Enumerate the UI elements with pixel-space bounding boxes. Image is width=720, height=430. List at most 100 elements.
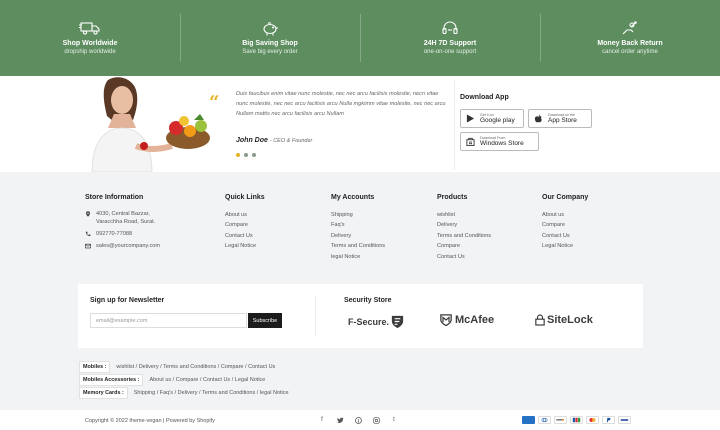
footer-link[interactable]: Contact Us (225, 231, 265, 241)
store-email[interactable]: sales@yourcompany.com (85, 242, 160, 250)
logo-text: McAfee (455, 314, 495, 326)
feature-support: 24H 7D Support one-on-one support (360, 0, 540, 76)
tag-link[interactable]: legal Notice (260, 390, 289, 396)
quick-links-column: Quick Links About us Compare Contact Us … (225, 194, 265, 252)
tag-label: Mobiles : (79, 361, 111, 373)
footer-link[interactable]: Legal Notice (542, 241, 588, 251)
instagram-icon[interactable] (372, 416, 380, 424)
feature-title: 24H 7D Support (423, 40, 477, 47)
author-role: - CEO & Founder (269, 138, 313, 144)
footer-link[interactable]: Delivery (437, 220, 491, 230)
tag-link[interactable]: Contact Us (248, 364, 275, 370)
amex-icon (522, 416, 535, 424)
footer-link[interactable]: Legal Notice (225, 241, 265, 251)
tag-link[interactable]: Contact Us (203, 377, 230, 383)
column-title: Quick Links (225, 194, 265, 201)
feature-big-saving: Big Saving Shop Save big every order (180, 0, 360, 76)
tag-link[interactable]: Legal Notice (235, 377, 266, 383)
padlock-icon (535, 314, 545, 326)
tag-row-mobiles-accessories: Mobiles Accessories : About us / Compare… (79, 374, 265, 386)
footer-link[interactable]: Contact Us (542, 231, 588, 241)
social-links: f t (318, 416, 398, 424)
tag-link[interactable]: Delivery (178, 390, 198, 396)
footer-link[interactable]: About us (542, 210, 588, 220)
visa-icon (618, 416, 631, 424)
footer-link[interactable]: About us (225, 210, 265, 220)
store-phone[interactable]: 092770-77088 (85, 230, 160, 238)
mcafee-logo: McAfee (440, 314, 494, 326)
footer-link[interactable]: Delivery (331, 231, 385, 241)
f-secure-shield-icon (391, 315, 404, 329)
testimonial-quote: Duis faucibus enim vitae nunc molestie, … (236, 91, 446, 118)
newsletter-security-card: Sign up for Newsletter Subscribe Securit… (78, 284, 643, 348)
tag-links: Shipping / Faq's / Delivery / Terms and … (133, 390, 289, 396)
our-company-column: Our Company About us Compare Contact Us … (542, 194, 588, 252)
logo-text: F-Secure. (348, 316, 390, 327)
tag-link[interactable]: Shipping (134, 390, 155, 396)
logo-text: SiteLock (547, 314, 593, 326)
sitelock-logo: SiteLock (535, 314, 593, 326)
footer-link[interactable]: Terms and Conditions (331, 241, 385, 251)
footer-link[interactable]: Compare (542, 220, 588, 230)
feature-subtitle: dropship worldwide (64, 49, 116, 55)
feature-title: Money Back Return (597, 40, 663, 47)
testimonial-author: John Doe - CEO & Founder (236, 137, 312, 144)
footer-link[interactable]: Faq's (331, 220, 385, 230)
testimonial-photo (86, 76, 216, 172)
pager-dot[interactable] (244, 153, 248, 157)
tag-links: About us / Compare / Contact Us / Legal … (149, 377, 266, 383)
google-play-button[interactable]: Get it on Google play (460, 109, 524, 128)
pinterest-icon[interactable] (354, 416, 362, 424)
windows-store-button[interactable]: Download From Windows Store (460, 132, 539, 151)
tag-row-memory-cards: Memory Cards : Shipping / Faq's / Delive… (79, 387, 289, 399)
paypal-icon (602, 416, 615, 424)
download-app-title: Download App (460, 94, 509, 101)
footer-link[interactable]: wishlist (437, 210, 491, 220)
truck-icon (79, 22, 100, 35)
feature-subtitle: one-on-one support (423, 49, 477, 55)
tag-link[interactable]: wishlist (116, 364, 134, 370)
tag-link[interactable]: Delivery (139, 364, 159, 370)
feature-title: Shop Worldwide (62, 40, 118, 47)
band-divider (454, 80, 455, 170)
tag-link[interactable]: Terms and Conditions (202, 390, 255, 396)
facebook-icon[interactable]: f (318, 416, 326, 424)
subscribe-button[interactable]: Subscribe (248, 313, 282, 328)
tag-links: wishlist / Delivery / Terms and Conditio… (116, 364, 276, 370)
tag-link[interactable]: Faq's (160, 390, 173, 396)
windows-store-icon (466, 137, 475, 146)
footer-link[interactable]: Shipping (331, 210, 385, 220)
security-store-title: Security Store (344, 297, 392, 304)
twitter-icon[interactable] (336, 416, 344, 424)
tag-link[interactable]: Compare (176, 377, 199, 383)
card-divider (315, 296, 316, 336)
store-large-label: Windows Store (480, 140, 524, 147)
discover-icon (554, 416, 567, 424)
tag-link[interactable]: Compare (221, 364, 244, 370)
phone-icon (85, 231, 91, 237)
pager-dot[interactable] (236, 153, 240, 157)
jcb-icon (570, 416, 583, 424)
money-hand-icon (622, 21, 637, 35)
store-information-column: Store Information 4030, Central Bazzar, V… (85, 194, 160, 254)
footer-link[interactable]: legal Notice (331, 252, 385, 262)
store-large-label: Google play (480, 117, 515, 124)
feature-title: Big Saving Shop (242, 40, 298, 47)
apple-icon (534, 114, 542, 123)
feature-shop-worldwide: Shop Worldwide dropship worldwide (0, 0, 180, 76)
tumblr-icon[interactable]: t (390, 416, 398, 424)
footer-link[interactable]: Compare (225, 220, 265, 230)
tag-link[interactable]: About us (149, 377, 171, 383)
newsletter-email-input[interactable] (90, 313, 247, 328)
f-secure-logo: F-Secure. (348, 314, 405, 329)
address-line: 4030, Central Bazzar, (96, 211, 150, 217)
tag-link[interactable]: Terms and Conditions (163, 364, 216, 370)
footer-link[interactable]: Contact Us (437, 252, 491, 262)
footer-link[interactable]: Compare (437, 241, 491, 251)
pager-dot[interactable] (252, 153, 256, 157)
app-store-button[interactable]: Download on the App Store (528, 109, 592, 128)
footer-link[interactable]: Terms and Conditions (437, 231, 491, 241)
map-pin-icon (86, 211, 90, 217)
payment-methods (522, 416, 631, 424)
mail-icon (85, 243, 91, 249)
